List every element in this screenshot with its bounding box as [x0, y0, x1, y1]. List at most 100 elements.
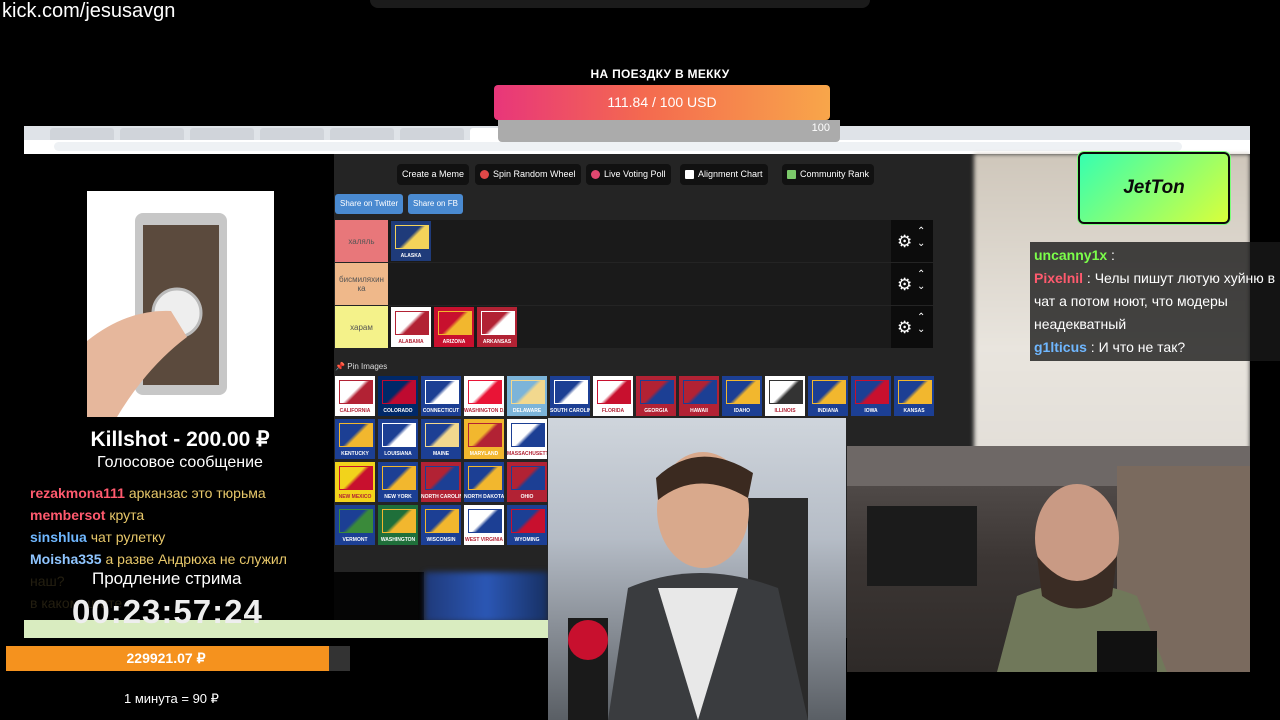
flag-art: [726, 380, 760, 404]
chat-username[interactable]: Moisha335: [30, 551, 102, 567]
flag-art: [855, 380, 889, 404]
chat-username[interactable]: g1lticus: [1034, 339, 1087, 355]
flag-tile[interactable]: CONNECTICUT: [421, 376, 461, 416]
flag-art: [511, 380, 545, 404]
flag-art: [425, 380, 459, 404]
flag-tile[interactable]: LOUISIANA: [378, 419, 418, 459]
chat-username[interactable]: membersot: [30, 507, 105, 523]
chevron-up-icon[interactable]: ⌃: [917, 269, 925, 280]
wheel-icon: [480, 170, 489, 180]
flag-tile[interactable]: MAINE: [421, 419, 461, 459]
flag-tile[interactable]: NEW YORK: [378, 462, 418, 502]
share-button[interactable]: Share on Twitter: [335, 194, 404, 214]
nav-button[interactable]: Create a Meme: [397, 164, 470, 185]
gear-icon[interactable]: ⚙: [897, 275, 912, 295]
flag-art: [339, 466, 373, 490]
url-field[interactable]: [54, 142, 1182, 151]
flag-tile[interactable]: WASHINGTON D.C.: [464, 376, 504, 416]
flag-tile[interactable]: WEST VIRGINIA: [464, 505, 504, 545]
chat-text: арканзас это тюрьма: [128, 485, 266, 501]
flag-art: [382, 466, 416, 490]
flag-tile[interactable]: OHIO: [507, 462, 547, 502]
browser-tab[interactable]: [400, 128, 464, 140]
flag-tile[interactable]: ARIZONA: [434, 307, 474, 347]
flag-tile[interactable]: ALASKA: [391, 221, 431, 261]
flag-tile[interactable]: IDAHO: [722, 376, 762, 416]
flag-tile[interactable]: ARKANSAS: [477, 307, 517, 347]
tier-label[interactable]: халяль: [335, 220, 388, 262]
nav-button[interactable]: Alignment Chart: [680, 164, 768, 185]
flag-art: [425, 466, 459, 490]
flag-tile[interactable]: DELAWARE: [507, 376, 547, 416]
chevron-down-icon[interactable]: ⌄: [917, 324, 925, 335]
flag-tile[interactable]: VERMONT: [335, 505, 375, 545]
share-button[interactable]: Share on FB: [408, 194, 463, 214]
flag-art: [898, 380, 932, 404]
blurred-image: [425, 572, 548, 622]
flag-name: GEORGIA: [644, 408, 668, 414]
tier-label[interactable]: бисмиляхин ка: [335, 263, 388, 305]
gear-icon[interactable]: ⚙: [897, 318, 912, 338]
browser-tab[interactable]: [190, 128, 254, 140]
nav-button[interactable]: Spin Random Wheel: [475, 164, 581, 185]
flag-name: ALABAMA: [398, 339, 424, 345]
flag-tile[interactable]: WYOMING: [507, 505, 547, 545]
gear-icon[interactable]: ⚙: [897, 232, 912, 252]
chat-message: g1lticus : И что не так?: [1034, 336, 1279, 359]
flag-name: KANSAS: [903, 408, 925, 414]
browser-tab[interactable]: [120, 128, 184, 140]
chevron-up-icon[interactable]: ⌃: [917, 226, 925, 237]
flag-tile[interactable]: ILLINOIS: [765, 376, 805, 416]
pin-images-label[interactable]: 📌 Pin Images: [335, 362, 387, 371]
goal-title: НА ПОЕЗДКУ В МЕККУ: [590, 67, 730, 81]
flag-name: WEST VIRGINIA: [464, 537, 504, 543]
flag-tile[interactable]: COLORADO: [378, 376, 418, 416]
flag-name: COLORADO: [383, 408, 413, 414]
browser-tab[interactable]: [330, 128, 394, 140]
chevron-down-icon[interactable]: ⌄: [917, 281, 925, 292]
guest-silhouette: [847, 446, 1250, 672]
tier-label[interactable]: харам: [335, 306, 388, 348]
browser-tab[interactable]: [50, 128, 114, 140]
flag-tile[interactable]: KENTUCKY: [335, 419, 375, 459]
flag-tile[interactable]: WISCONSIN: [421, 505, 461, 545]
flag-name: FLORIDA: [601, 408, 625, 414]
chevron-down-icon[interactable]: ⌄: [917, 238, 925, 249]
nav-button[interactable]: Community Rank: [782, 164, 875, 185]
chat-username[interactable]: rezakmona111: [30, 485, 125, 501]
flag-art: [468, 466, 502, 490]
tier-controls: ⚙ ⌃ ⌄: [891, 263, 933, 305]
nav-button[interactable]: Live Voting Poll: [586, 164, 671, 185]
flag-tile[interactable]: MARYLAND: [464, 419, 504, 459]
flag-art: [339, 380, 373, 404]
nav-button-label: Create a Meme: [402, 169, 465, 179]
flag-tile[interactable]: IOWA: [851, 376, 891, 416]
flag-tile[interactable]: CALIFORNIA: [335, 376, 375, 416]
donation-image: [87, 191, 274, 417]
flag-art: [468, 423, 502, 447]
flag-tile[interactable]: KANSAS: [894, 376, 934, 416]
flag-art: [597, 380, 631, 404]
flag-tile[interactable]: WASHINGTON: [378, 505, 418, 545]
chat-message: sinshlua чат рулетку: [30, 526, 300, 548]
chat-username[interactable]: sinshlua: [30, 529, 87, 545]
browser-tab[interactable]: [260, 128, 324, 140]
chat-username[interactable]: uncanny1x: [1034, 247, 1107, 263]
goal-scale: 100: [498, 120, 840, 142]
flag-tile[interactable]: NORTH CAROLINA: [421, 462, 461, 502]
flag-tile[interactable]: SOUTH CAROLINA: [550, 376, 590, 416]
subathon-timer: 00:23:57:24: [72, 593, 263, 630]
flag-tile[interactable]: HAWAII: [679, 376, 719, 416]
chevron-up-icon[interactable]: ⌃: [917, 312, 925, 323]
flag-name: KENTUCKY: [341, 451, 369, 457]
chat-username[interactable]: Pixelnil: [1034, 270, 1083, 286]
flag-name: INDIANA: [817, 408, 839, 414]
flag-tile[interactable]: ALABAMA: [391, 307, 431, 347]
flag-tile[interactable]: NEW MEXICO: [335, 462, 375, 502]
tier-list: халяль ALASKA ⚙ ⌃ ⌄ бисмиляхин ка ⚙ ⌃ ⌄ харам ALAB…: [335, 220, 935, 350]
flag-tile[interactable]: INDIANA: [808, 376, 848, 416]
flag-tile[interactable]: GEORGIA: [636, 376, 676, 416]
flag-tile[interactable]: NORTH DAKOTA: [464, 462, 504, 502]
flag-tile[interactable]: MASSACHUSETTS: [507, 419, 547, 459]
flag-tile[interactable]: FLORIDA: [593, 376, 633, 416]
